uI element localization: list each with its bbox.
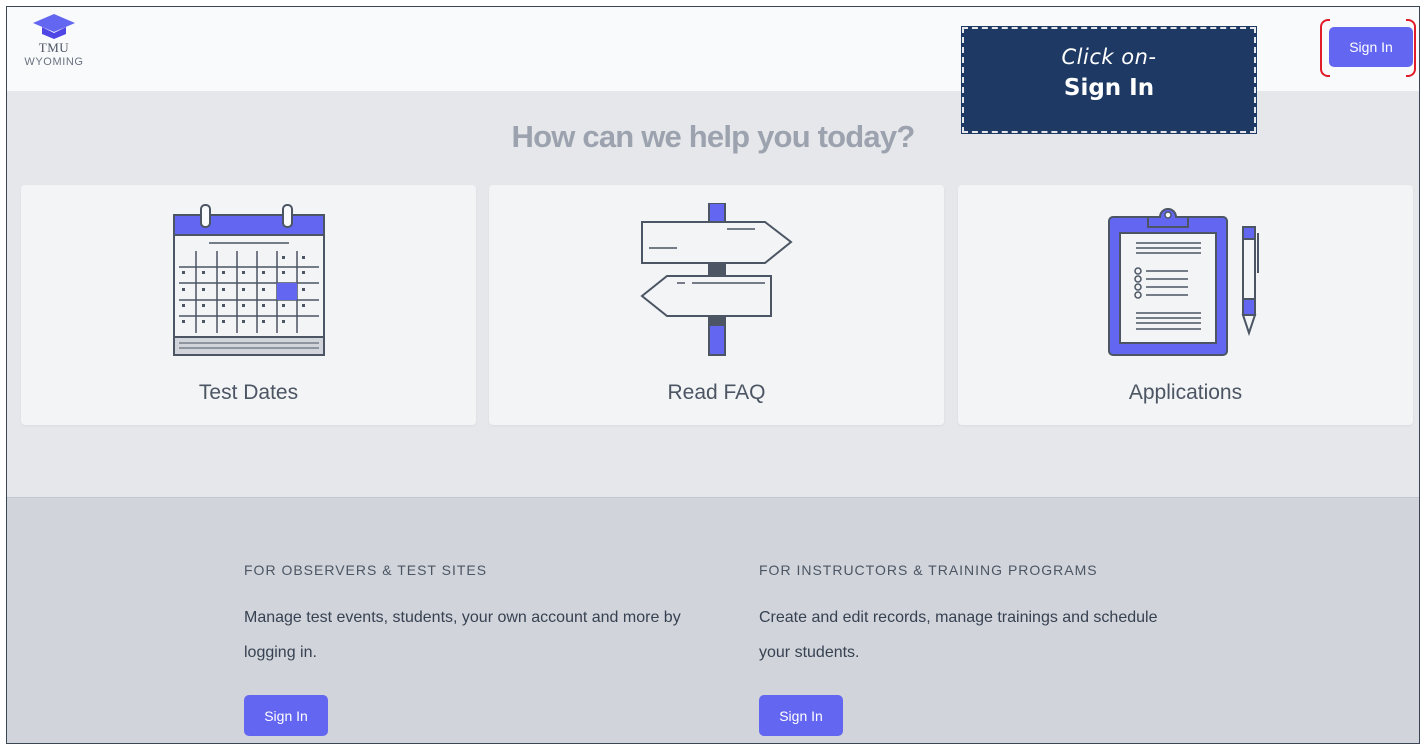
footer-section: FOR OBSERVERS & TEST SITES Manage test e… [7,497,1419,743]
callout-line-1: Click on- [1061,45,1157,69]
brand-line-1: TMU [38,40,70,55]
card-test-dates[interactable]: Test Dates [21,185,476,425]
instruction-callout: Click on- Sign In [961,26,1257,134]
footer-column-heading: FOR OBSERVERS & TEST SITES [244,562,488,578]
callout-line-2: Sign In [1063,75,1155,101]
brand-line-2: WYOMING [24,56,84,68]
header-sign-in-button[interactable]: Sign In [1329,27,1413,67]
footer-column-observers: FOR OBSERVERS & TEST SITES Manage test e… [244,562,684,736]
footer-column-instructors: FOR INSTRUCTORS & TRAINING PROGRAMS Crea… [759,562,1159,736]
observers-sign-in-button[interactable]: Sign In [244,695,328,736]
calendar-icon [21,203,476,358]
page-frame: TMU WYOMING Sign In Click on- Sign In Ho… [6,6,1420,744]
card-applications[interactable]: Applications [958,185,1413,425]
main-section: How can we help you today? Test Dates Re… [7,91,1419,497]
card-label: Test Dates [198,381,299,404]
graduation-cap-icon [33,14,75,39]
clipboard-icon [958,203,1413,358]
card-read-faq[interactable]: Read FAQ [489,185,944,425]
card-label: Read FAQ [667,381,766,404]
card-label: Applications [1128,381,1243,404]
brand-logo[interactable]: TMU WYOMING [19,13,89,83]
footer-column-text: Manage test events, students, your own a… [244,609,681,661]
signpost-icon [489,203,944,358]
sign-in-highlight: Sign In [1320,19,1416,77]
instructors-sign-in-button[interactable]: Sign In [759,695,843,736]
footer-column-text: Create and edit records, manage training… [759,609,1158,661]
footer-column-heading: FOR INSTRUCTORS & TRAINING PROGRAMS [759,562,1098,578]
